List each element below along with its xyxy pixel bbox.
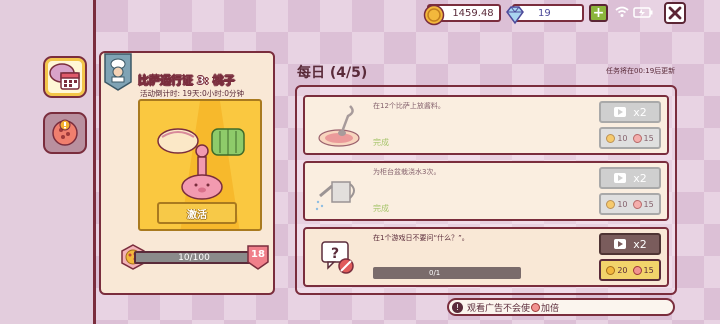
quest-progress-bar: 0/1 xyxy=(373,267,521,279)
coin-amount: 1459.48 xyxy=(452,7,494,19)
quest-icon xyxy=(313,167,365,217)
ad-note-suffix: 加倍 xyxy=(541,303,560,314)
calendar-tab-button[interactable] xyxy=(43,56,87,98)
quest-icon xyxy=(313,101,365,151)
pizza-icon xyxy=(531,302,541,312)
pass-title: 比萨通行证 3: 桃子 xyxy=(138,74,235,87)
chef-badge-icon xyxy=(104,53,132,91)
watch-ad-button[interactable]: x2 xyxy=(599,167,661,189)
quest-card: ? 在1个游戏日不要问“什么？”。 0/1 x2 20 15 xyxy=(303,227,669,287)
pizza-icon xyxy=(632,265,642,275)
coin-icon xyxy=(606,133,616,143)
reward-coins: 20 xyxy=(617,265,628,275)
left-rail xyxy=(0,0,96,324)
quest-status: 完成 xyxy=(373,204,389,213)
add-gems-button[interactable]: + xyxy=(589,4,608,22)
video-play-icon xyxy=(614,173,627,183)
watch-ad-button[interactable]: x2 xyxy=(599,101,661,123)
claim-reward-button[interactable]: 10 15 xyxy=(599,127,661,149)
coin-counter: 1459.48 xyxy=(423,4,501,26)
close-button[interactable] xyxy=(664,2,686,24)
no-question-icon: ? xyxy=(321,241,354,274)
pass-countdown: 活动倒计时: 19天:0小时:0分钟 xyxy=(140,89,245,98)
video-play-icon xyxy=(614,107,627,117)
quest-icon: ? xyxy=(313,233,365,283)
pass-progress-text: 10/100 xyxy=(178,252,210,263)
pass-progress-bar: 10/100 xyxy=(134,251,254,264)
ad-note-text: 观看广告不会使 xyxy=(467,303,531,314)
info-icon: ! xyxy=(452,302,463,313)
close-icon xyxy=(668,6,682,20)
gem-counter: 19 xyxy=(506,4,584,25)
watering-can-icon xyxy=(315,181,355,211)
coin-icon xyxy=(606,199,616,209)
reward-coins: 10 xyxy=(617,199,628,209)
quest-card: 为柜台盆栽浇水3次。 完成 x2 10 15 xyxy=(303,161,669,221)
ad-multiplier: x2 xyxy=(633,105,647,119)
watch-ad-button[interactable]: x2 xyxy=(599,233,661,255)
reward-pizza: 15 xyxy=(643,265,654,275)
quest-progress-text: 0/1 xyxy=(429,269,441,277)
battery-icon xyxy=(633,7,653,18)
daily-title: 每日 (4/5) xyxy=(297,65,368,81)
quest-card: 在12个比萨上放酱料。 完成 x2 10 15 xyxy=(303,95,669,155)
wifi-icon xyxy=(615,6,629,17)
quest-description: 在12个比萨上放酱料。 xyxy=(373,102,445,110)
reward-pizza: 15 xyxy=(643,133,654,143)
alert-pizza-icon xyxy=(52,119,78,146)
pass-level-number: 18 xyxy=(251,249,265,260)
pizza-icon xyxy=(632,133,642,143)
svg-text:?: ? xyxy=(331,246,339,262)
reward-coins: 10 xyxy=(617,133,628,143)
quest-description: 为柜台盆栽浇水3次。 xyxy=(373,168,441,176)
claim-reward-button[interactable]: 10 15 xyxy=(599,193,661,215)
ad-note-bar: ! 观看广告不会使 加倍 xyxy=(447,298,675,316)
quest-description: 在1个游戏日不要问“什么？”。 xyxy=(373,234,469,242)
claim-reward-button[interactable]: 20 15 xyxy=(599,259,661,281)
gem-amount: 19 xyxy=(538,7,551,19)
sauce-ladle-icon xyxy=(318,105,360,147)
diamond-icon xyxy=(506,6,524,25)
ad-multiplier: x2 xyxy=(633,237,647,251)
reward-pizza: 15 xyxy=(643,199,654,209)
calendar-chat-icon xyxy=(49,63,80,90)
video-play-icon xyxy=(614,239,627,249)
coin-icon xyxy=(606,265,616,275)
quest-status: 完成 xyxy=(373,138,389,147)
ad-multiplier: x2 xyxy=(633,171,647,185)
alert-tab-button[interactable] xyxy=(43,112,87,154)
coin-icon xyxy=(423,4,445,26)
pass-level-badge: 18 xyxy=(247,244,269,270)
refresh-note: 任务将在00:19后更新 xyxy=(606,67,676,75)
pizza-icon xyxy=(632,199,642,209)
activate-pass-button[interactable]: 激活 xyxy=(157,202,237,224)
